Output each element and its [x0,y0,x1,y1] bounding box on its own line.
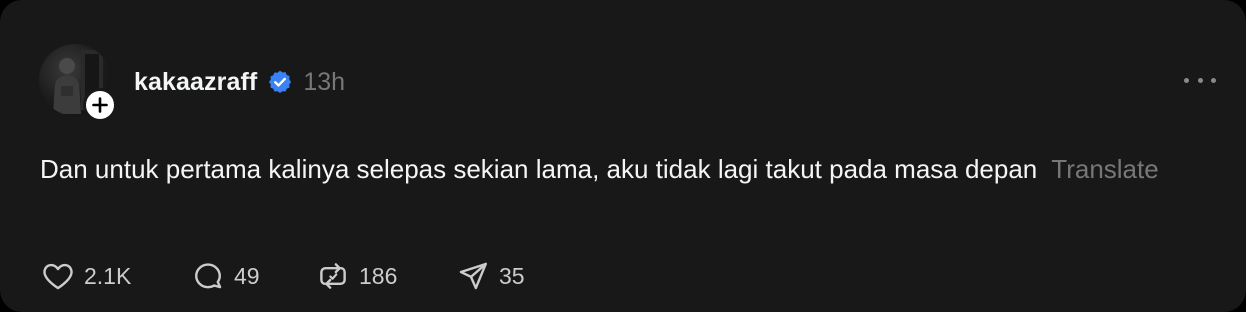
more-horizontal-icon-dot [1197,77,1203,83]
reply-button[interactable]: 49 [190,259,315,293]
author-avatar-container[interactable] [39,44,117,122]
verified-badge-icon [269,70,292,94]
post-body: Dan untuk pertama kalinya selepas sekian… [40,146,1190,192]
more-horizontal-icon-dot [1184,77,1189,83]
heart-icon [43,263,73,290]
follow-button[interactable] [83,88,117,122]
like-count: 2.1K [84,262,132,289]
like-button[interactable]: 2.1K [40,259,190,293]
comment-icon [195,263,222,289]
translate-link[interactable]: Translate [1051,154,1158,184]
share-button[interactable]: 35 [455,259,575,293]
repost-count: 186 [359,262,398,289]
repost-icon [320,263,346,289]
post-timestamp[interactable]: 13h [303,68,345,97]
more-horizontal-icon-dot [1211,77,1216,83]
send-icon [459,262,487,290]
repost-button[interactable]: 186 [315,259,455,293]
author-username[interactable]: kakaazraff [134,68,257,97]
post-text: Dan untuk pertama kalinya selepas sekian… [40,154,1038,184]
action-bar: 2.1K 49 186 35 [40,258,575,294]
post-header: kakaazraff 13h [134,64,345,100]
reply-count: 49 [234,262,260,289]
more-options-button[interactable] [1184,70,1216,90]
post-card: kakaazraff 13h Dan untuk pertama kalinya… [0,0,1246,312]
share-count: 35 [499,262,525,289]
plus-icon [92,97,108,113]
